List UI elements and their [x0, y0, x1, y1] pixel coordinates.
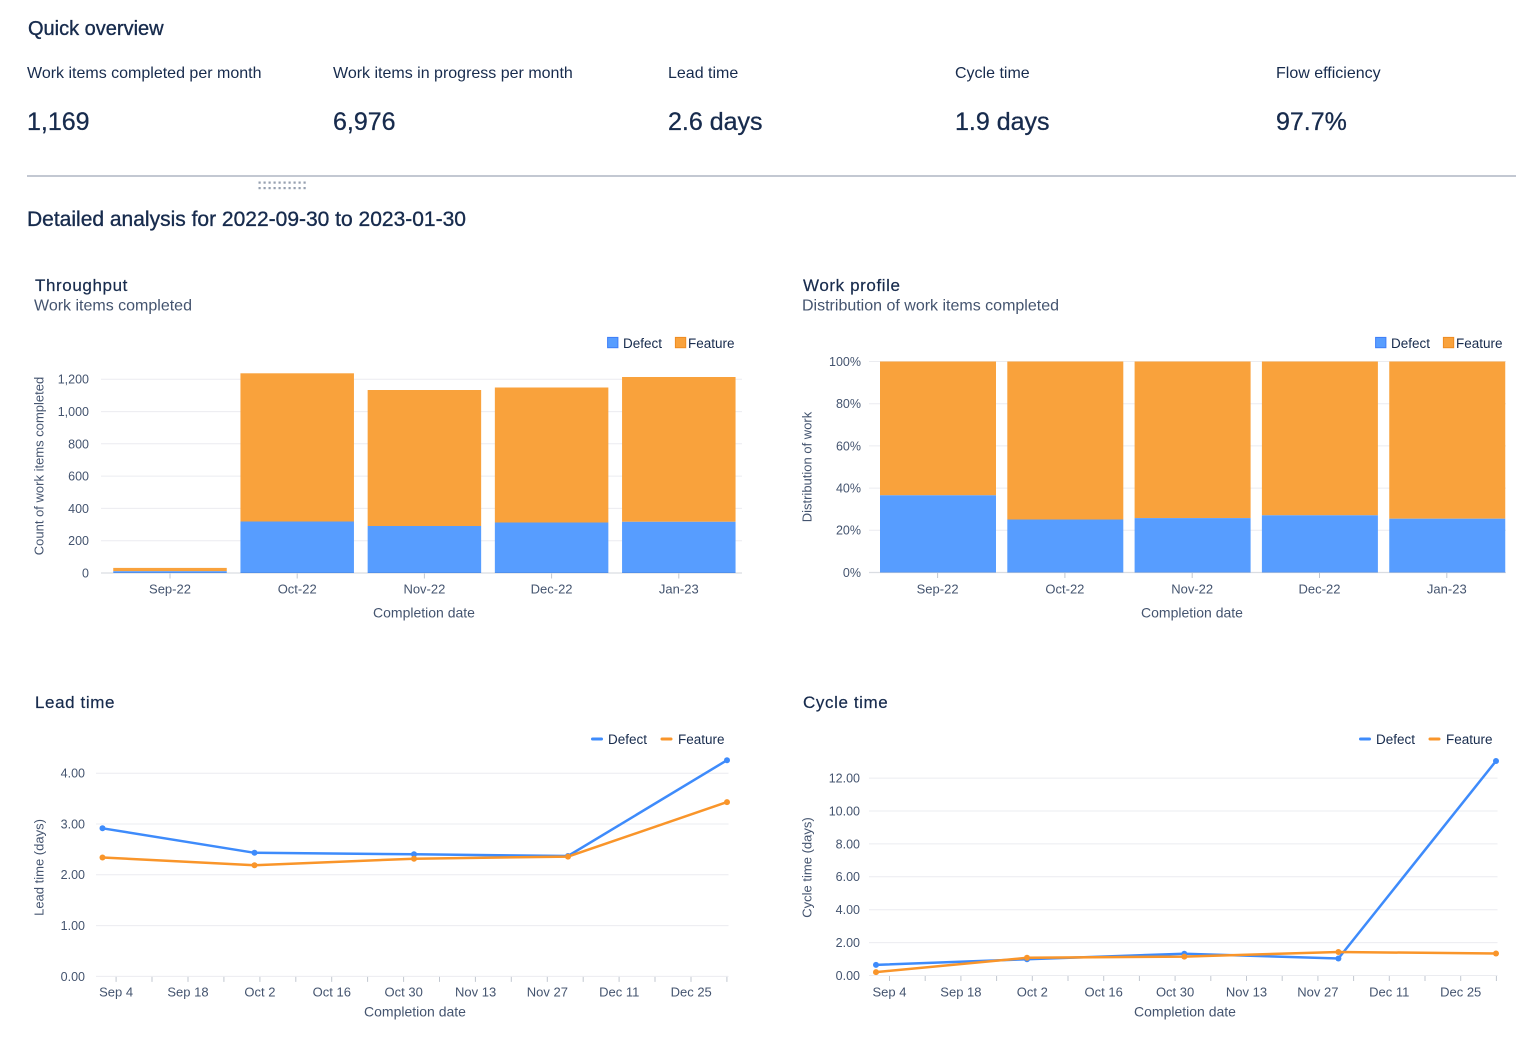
svg-text:12.00: 12.00: [829, 772, 860, 786]
svg-text:Completion date: Completion date: [1141, 605, 1243, 621]
svg-text:Oct 16: Oct 16: [1085, 985, 1123, 1000]
svg-text:Sep-22: Sep-22: [917, 582, 959, 597]
svg-text:Oct 16: Oct 16: [313, 985, 351, 1000]
svg-text:Sep-22: Sep-22: [149, 582, 191, 597]
svg-text:Dec-22: Dec-22: [531, 582, 573, 597]
svg-text:200: 200: [68, 534, 89, 548]
svg-text:Defect: Defect: [1376, 732, 1415, 747]
svg-text:3.00: 3.00: [61, 817, 85, 831]
svg-text:Oct-22: Oct-22: [1045, 582, 1084, 597]
svg-text:Count of work items completed: Count of work items completed: [32, 377, 47, 555]
svg-text:Nov-22: Nov-22: [1171, 582, 1213, 597]
svg-text:Lead time: Lead time: [35, 693, 115, 712]
svg-text:Defect: Defect: [608, 732, 647, 747]
svg-text:Completion date: Completion date: [364, 1004, 466, 1020]
svg-text:Feature: Feature: [1456, 336, 1503, 351]
svg-text:8.00: 8.00: [836, 837, 860, 851]
svg-text:1,200: 1,200: [58, 373, 89, 387]
svg-text:Sep 4: Sep 4: [99, 985, 133, 1000]
svg-text:Feature: Feature: [688, 336, 735, 351]
svg-text:Work items completed: Work items completed: [34, 298, 192, 315]
svg-text:Dec 25: Dec 25: [671, 985, 712, 1000]
svg-text:Distribution of work items com: Distribution of work items completed: [802, 298, 1059, 315]
svg-text:0: 0: [82, 567, 89, 581]
svg-text:Defect: Defect: [1391, 336, 1430, 351]
svg-text:1.00: 1.00: [61, 919, 85, 933]
svg-text:0%: 0%: [843, 566, 861, 580]
svg-text:Throughput: Throughput: [35, 276, 128, 295]
svg-text:Jan-23: Jan-23: [1427, 582, 1467, 597]
svg-text:10.00: 10.00: [829, 804, 860, 818]
svg-text:Completion date: Completion date: [1134, 1004, 1236, 1020]
svg-text:Nov 13: Nov 13: [455, 985, 496, 1000]
svg-text:Nov 13: Nov 13: [1226, 985, 1267, 1000]
svg-text:Lead time (days): Lead time (days): [32, 819, 47, 916]
svg-text:Defect: Defect: [623, 336, 662, 351]
svg-text:Completion date: Completion date: [373, 605, 475, 621]
svg-text:Dec-22: Dec-22: [1299, 582, 1341, 597]
svg-text:Oct-22: Oct-22: [278, 582, 317, 597]
svg-text:Dec 25: Dec 25: [1440, 985, 1481, 1000]
svg-text:2.00: 2.00: [61, 868, 85, 882]
svg-text:Jan-23: Jan-23: [659, 582, 699, 597]
svg-text:Oct 30: Oct 30: [385, 985, 423, 1000]
svg-text:6.00: 6.00: [836, 870, 860, 884]
svg-text:Cycle time (days): Cycle time (days): [800, 817, 815, 917]
svg-text:Dec 11: Dec 11: [1369, 985, 1409, 1000]
svg-text:Sep 4: Sep 4: [873, 985, 907, 1000]
svg-text:100%: 100%: [829, 355, 861, 369]
svg-text:4.00: 4.00: [61, 767, 85, 781]
svg-text:Nov-22: Nov-22: [403, 582, 445, 597]
svg-text:4.00: 4.00: [836, 903, 860, 917]
svg-text:Nov 27: Nov 27: [1297, 985, 1338, 1000]
svg-text:Oct 30: Oct 30: [1156, 985, 1194, 1000]
svg-text:Feature: Feature: [678, 732, 725, 747]
svg-text:0.00: 0.00: [836, 969, 860, 983]
svg-text:Oct 2: Oct 2: [244, 985, 275, 1000]
svg-text:Sep 18: Sep 18: [940, 985, 981, 1000]
svg-text:Distribution of work: Distribution of work: [800, 411, 815, 522]
svg-text:600: 600: [68, 470, 89, 484]
svg-text:Work profile: Work profile: [803, 276, 901, 295]
svg-text:1,000: 1,000: [58, 405, 89, 419]
svg-text:2.00: 2.00: [836, 936, 860, 950]
svg-text:Dec 11: Dec 11: [599, 985, 639, 1000]
svg-text:Oct 2: Oct 2: [1017, 985, 1048, 1000]
svg-text:Cycle time: Cycle time: [803, 693, 888, 712]
svg-text:0.00: 0.00: [61, 970, 85, 984]
svg-text:400: 400: [68, 502, 89, 516]
svg-text:40%: 40%: [836, 482, 861, 496]
svg-text:Feature: Feature: [1446, 732, 1493, 747]
svg-text:60%: 60%: [836, 439, 861, 453]
svg-text:Nov 27: Nov 27: [527, 985, 568, 1000]
svg-text:800: 800: [68, 437, 89, 451]
svg-text:20%: 20%: [836, 524, 861, 538]
svg-text:80%: 80%: [836, 397, 861, 411]
svg-text:Sep 18: Sep 18: [167, 985, 208, 1000]
